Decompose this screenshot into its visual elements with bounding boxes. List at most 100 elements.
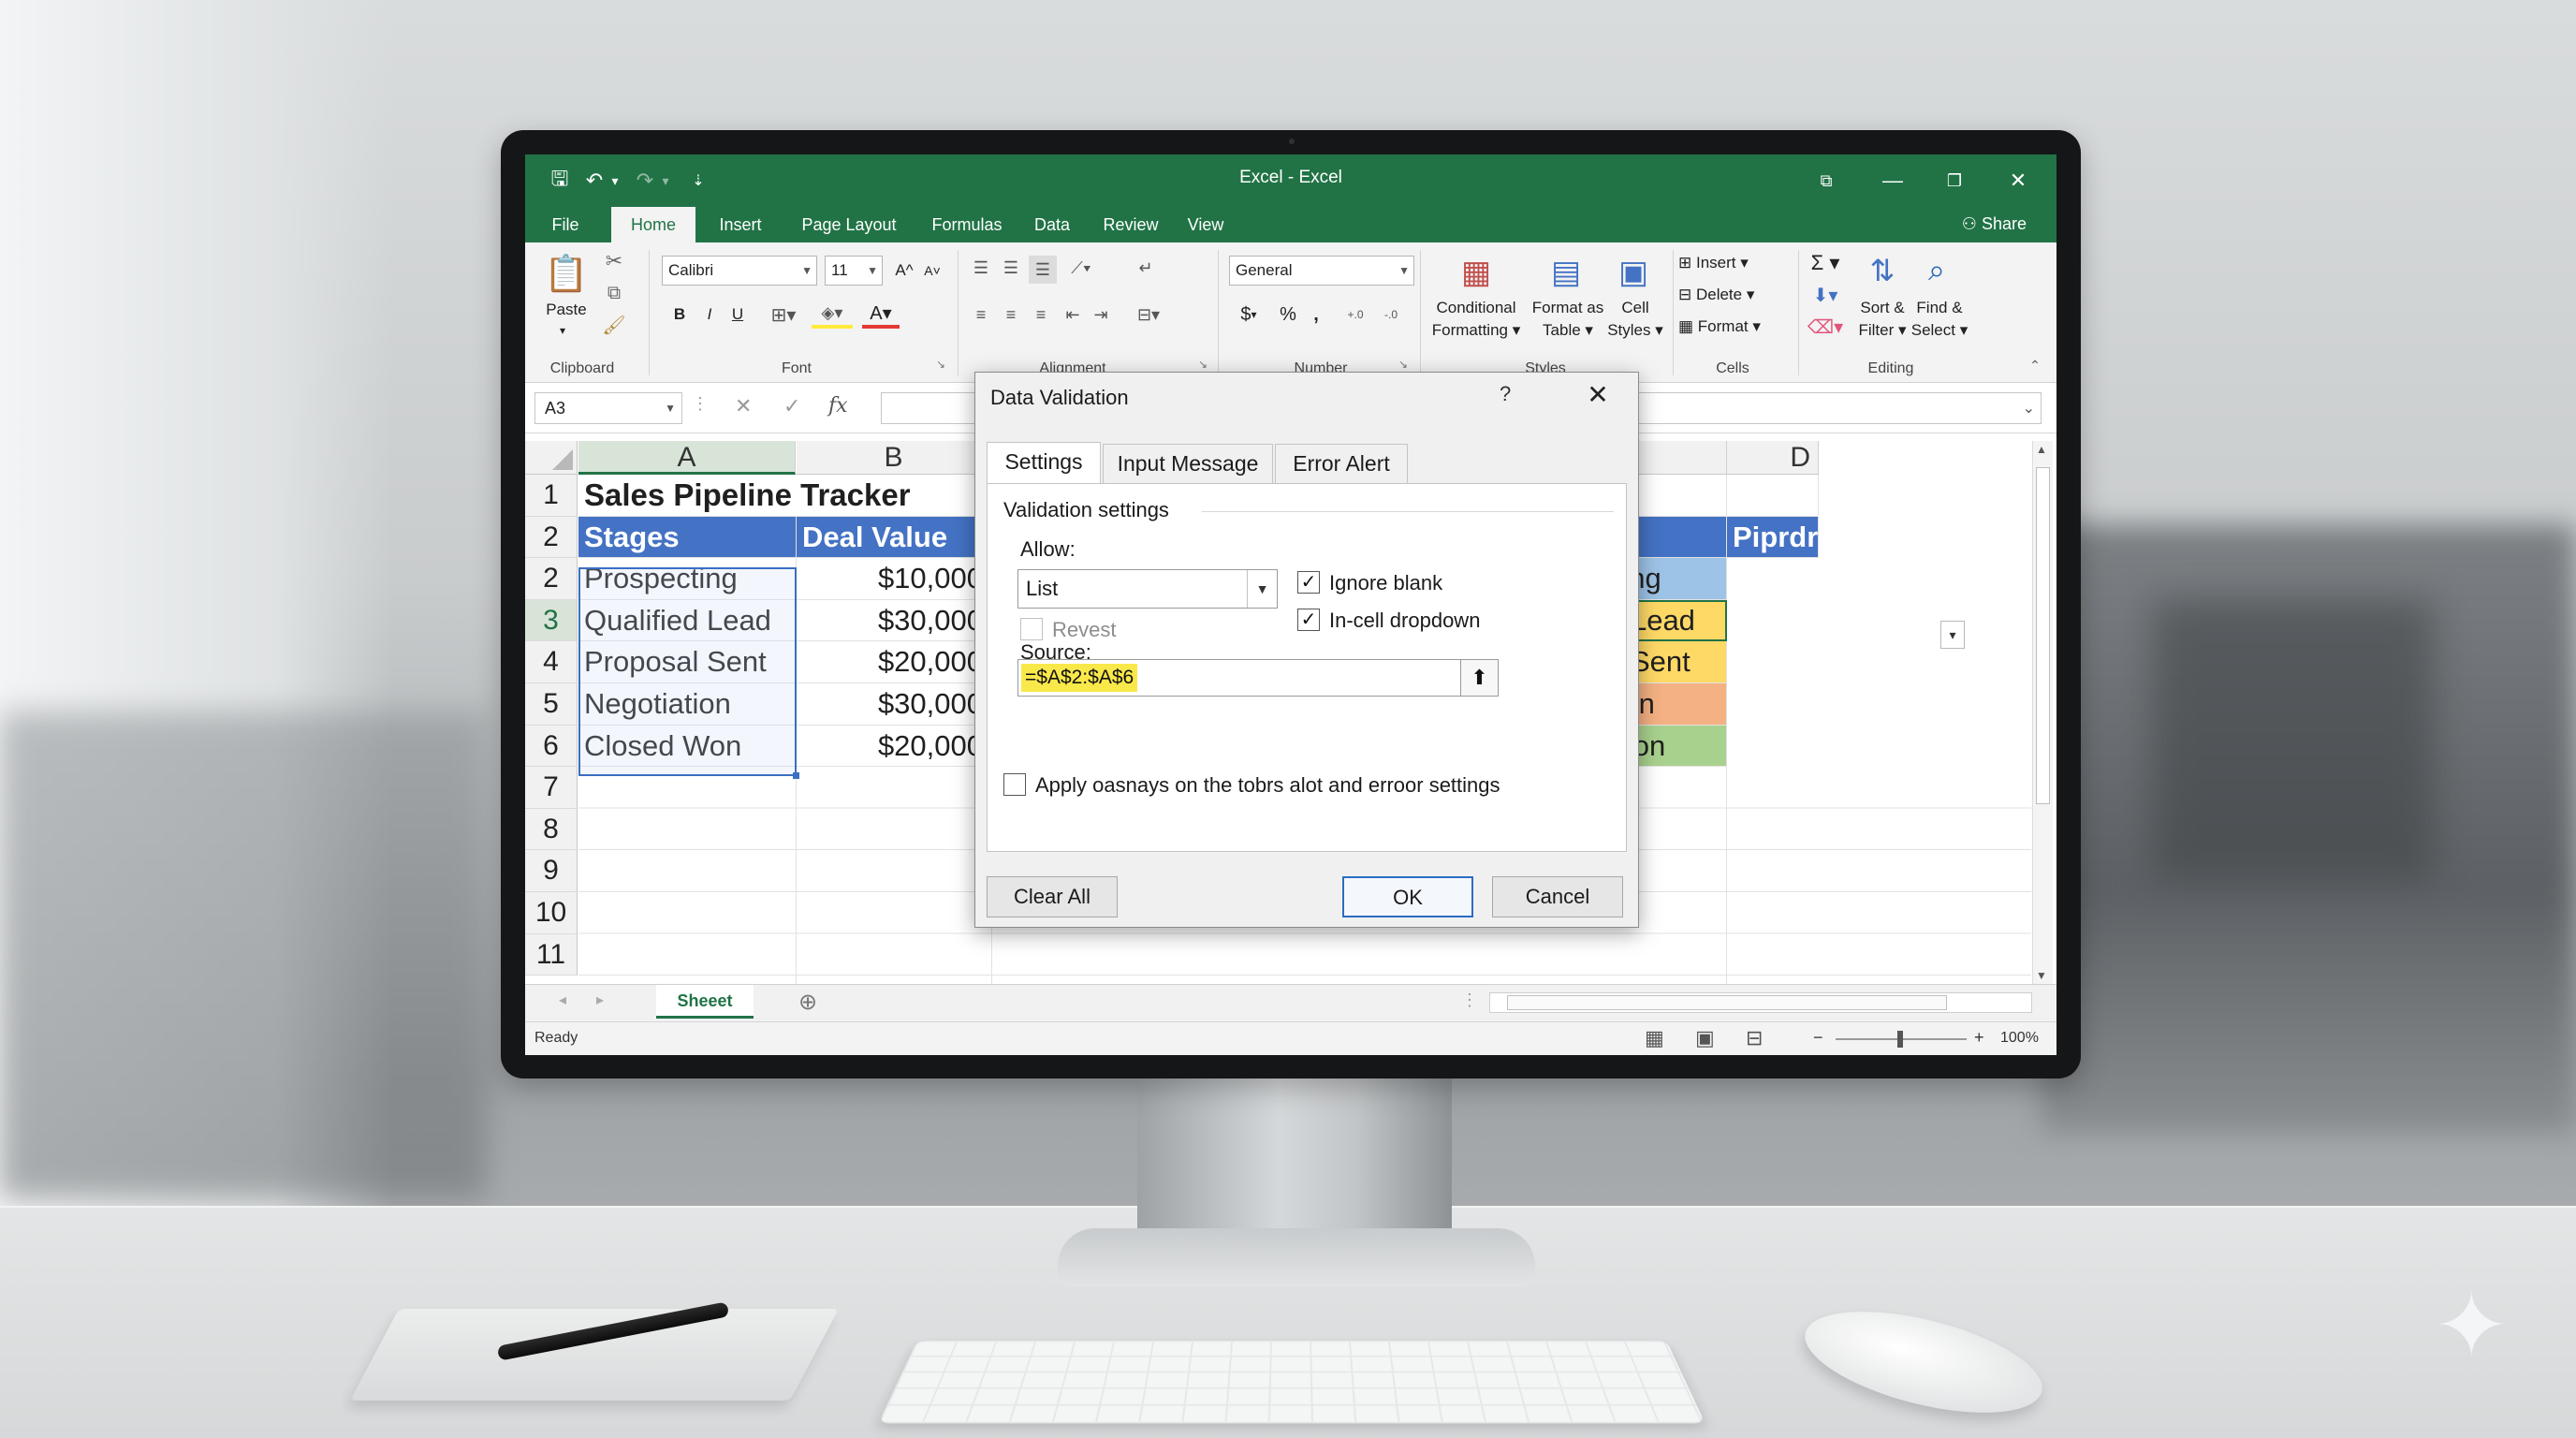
page-break-view-icon[interactable]: ⊟ xyxy=(1746,1026,1763,1050)
zoom-in-button[interactable]: + xyxy=(1974,1028,1984,1048)
row-header[interactable]: 11 xyxy=(525,934,578,976)
clear-all-button[interactable]: Clear All xyxy=(987,876,1118,917)
help-button[interactable]: ? xyxy=(1500,382,1511,406)
tab-split-grip-icon[interactable]: ⋮ xyxy=(1461,990,1478,1010)
vertical-scroll-thumb[interactable] xyxy=(2036,467,2050,804)
vertical-scrollbar[interactable]: ▲ ▼ xyxy=(2032,441,2053,984)
deal-value-cell[interactable]: $30,000 xyxy=(797,683,991,726)
header-cell-d[interactable]: Piprdr xyxy=(1727,517,1819,559)
in-cell-dropdown-checkbox[interactable]: ✓ xyxy=(1297,609,1320,631)
grow-font-icon[interactable]: A^ xyxy=(892,257,916,284)
decrease-decimal-icon[interactable]: -.0 xyxy=(1375,301,1407,329)
increase-decimal-icon[interactable]: +.0 xyxy=(1339,301,1371,329)
borders-icon[interactable]: ⊞▾ xyxy=(765,301,802,329)
allow-select[interactable]: List ▼ xyxy=(1017,569,1278,609)
cancel-button[interactable]: Cancel xyxy=(1492,876,1623,917)
zoom-out-button[interactable]: − xyxy=(1813,1028,1823,1048)
tab-formulas[interactable]: Formulas xyxy=(922,207,1012,242)
row-header[interactable]: 3 xyxy=(525,600,578,642)
percent-button[interactable]: % xyxy=(1276,301,1300,329)
header-cell-stages[interactable]: Stages xyxy=(578,517,797,559)
collapse-dialog-icon[interactable]: ⬆ xyxy=(1460,660,1498,696)
autosum-icon[interactable]: Σ ▾ xyxy=(1804,250,1847,276)
decrease-indent-icon[interactable]: ⇤ xyxy=(1061,301,1085,329)
apply-changes-checkbox[interactable] xyxy=(1003,773,1026,796)
insert-cells-button[interactable]: ⊞ Insert ▾ xyxy=(1678,252,1781,274)
sort-filter-button[interactable]: Sort & Filter ▾ xyxy=(1852,297,1912,342)
stage-cell[interactable]: Qualified Lead xyxy=(578,600,797,642)
deal-value-cell[interactable]: $10,000 xyxy=(797,558,991,600)
row-header[interactable]: 2 xyxy=(525,517,578,559)
conditional-formatting-button[interactable]: Conditional Formatting ▾ xyxy=(1426,297,1527,342)
tab-insert[interactable]: Insert xyxy=(707,207,774,242)
shrink-font-icon[interactable]: A˅ xyxy=(920,257,944,284)
tab-page-layout[interactable]: Page Layout xyxy=(789,207,909,242)
sheet-title-cell[interactable]: Sales Pipeline Tracker xyxy=(578,475,1028,517)
currency-button[interactable]: $ ▾ xyxy=(1229,301,1268,329)
format-as-table-button[interactable]: Format as Table ▾ xyxy=(1527,297,1609,342)
format-cells-button[interactable]: ▦ Format ▾ xyxy=(1678,315,1781,338)
ignore-blank-checkbox[interactable]: ✓ xyxy=(1297,571,1320,594)
insert-function-button[interactable]: fx xyxy=(828,394,848,418)
scroll-down-icon[interactable]: ▼ xyxy=(2036,969,2047,982)
align-top-icon[interactable]: ☰ xyxy=(969,256,993,280)
copy-icon[interactable]: ⧉ xyxy=(602,280,626,306)
fill-color-icon[interactable]: ◈▾ xyxy=(812,301,853,329)
paste-dropdown-icon[interactable]: ▾ xyxy=(553,323,572,338)
row-header[interactable]: 9 xyxy=(525,850,578,892)
select-all-corner[interactable] xyxy=(525,441,578,475)
format-painter-icon[interactable]: 🖌 xyxy=(602,312,626,338)
tab-input-message[interactable]: Input Message xyxy=(1103,444,1273,483)
ok-button[interactable]: OK xyxy=(1342,876,1473,917)
page-layout-view-icon[interactable]: ▣ xyxy=(1695,1026,1715,1050)
zoom-slider[interactable] xyxy=(1836,1038,1967,1040)
row-header[interactable]: 8 xyxy=(525,809,578,851)
comma-button[interactable]: , xyxy=(1304,301,1328,329)
stage-cell[interactable]: Negotiation xyxy=(578,683,797,726)
orientation-icon[interactable]: ⟋▾ xyxy=(1062,256,1100,280)
sheet-tab[interactable]: Sheeet xyxy=(656,985,754,1019)
cell-styles-button[interactable]: Cell Styles ▾ xyxy=(1607,297,1663,342)
bold-button[interactable]: B xyxy=(667,301,692,329)
font-name-combo[interactable]: Calibri ▼ xyxy=(662,256,817,286)
cancel-entry-icon[interactable]: ✕ xyxy=(735,394,752,418)
row-header[interactable]: 6 xyxy=(525,726,578,768)
row-header[interactable]: 2 xyxy=(525,558,578,600)
delete-cells-button[interactable]: ⊟ Delete ▾ xyxy=(1678,284,1781,306)
number-format-combo[interactable]: General ▼ xyxy=(1229,256,1414,286)
paste-button[interactable]: Paste xyxy=(538,299,594,321)
collapse-ribbon-icon[interactable]: ⌃ xyxy=(2027,357,2043,374)
dialog-close-button[interactable]: ✕ xyxy=(1574,376,1621,414)
tab-review[interactable]: Review xyxy=(1094,207,1167,242)
zoom-slider-thumb[interactable] xyxy=(1897,1031,1903,1048)
zoom-level[interactable]: 100% xyxy=(2000,1030,2039,1047)
restore-button[interactable]: ❐ xyxy=(1933,162,1976,199)
horizontal-scrollbar[interactable] xyxy=(1489,992,2032,1013)
font-color-icon[interactable]: A▾ xyxy=(862,301,900,329)
row-header[interactable]: 4 xyxy=(525,641,578,683)
revest-checkbox[interactable] xyxy=(1020,618,1043,640)
column-header-b[interactable]: B xyxy=(797,441,991,475)
row-header[interactable]: 10 xyxy=(525,892,578,934)
underline-button[interactable]: U xyxy=(725,301,750,329)
increase-indent-icon[interactable]: ⇥ xyxy=(1089,301,1113,329)
source-input[interactable]: =$A$2:$A$6 ⬆ xyxy=(1017,659,1499,697)
deal-value-cell[interactable]: $20,000 xyxy=(797,641,991,683)
merge-center-icon[interactable]: ⊟▾ xyxy=(1128,301,1169,329)
cut-icon[interactable]: ✂ xyxy=(602,248,626,274)
scroll-tabs-right-icon[interactable]: ▸ xyxy=(596,990,604,1009)
tab-settings[interactable]: Settings xyxy=(987,442,1101,483)
tab-view[interactable]: View xyxy=(1177,207,1235,242)
row-header[interactable]: 5 xyxy=(525,683,578,726)
row-header[interactable]: 1 xyxy=(525,475,578,517)
fill-handle[interactable] xyxy=(793,772,799,779)
dialog-launcher-icon[interactable]: ↘ xyxy=(1396,357,1411,372)
dialog-launcher-icon[interactable]: ↘ xyxy=(1195,357,1210,372)
font-size-combo[interactable]: 11 ▼ xyxy=(825,256,883,286)
tab-file[interactable]: File xyxy=(536,207,594,242)
deal-value-cell[interactable]: $30,000 xyxy=(797,600,991,642)
align-left-icon[interactable]: ≡ xyxy=(969,301,993,329)
cell-d1[interactable] xyxy=(1727,475,1819,517)
deal-value-cell[interactable]: $20,000 xyxy=(797,726,991,768)
fill-icon[interactable]: ⬇▾ xyxy=(1804,282,1847,308)
